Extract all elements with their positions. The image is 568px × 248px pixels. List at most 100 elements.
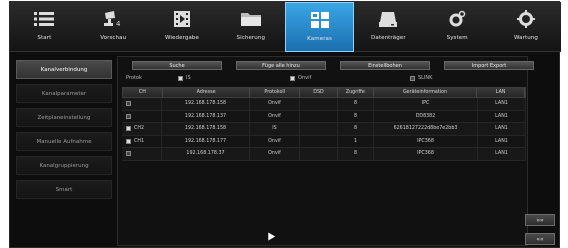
- cell-address: 192.168.178.177: [162, 135, 250, 147]
- import-export-button[interactable]: Import Export: [444, 61, 534, 70]
- col-header-protocol: Protokoll: [250, 88, 301, 97]
- col-header-dsd: DSD: [300, 88, 338, 97]
- menu-preview[interactable]: 4 Vorschau: [79, 2, 148, 52]
- top-menu-bar: Start 4 Vorschau Wiedergabe Sicherung Ka…: [10, 2, 561, 52]
- cell-ch[interactable]: [122, 98, 162, 110]
- cell-device-info: IPC: [374, 98, 478, 110]
- cell-ch[interactable]: CH1: [122, 135, 162, 147]
- sidebar-item-smart[interactable]: Smart: [16, 180, 112, 199]
- table-row[interactable]: 192.168.178.158 Onvif 8 IPC LAN1: [122, 98, 526, 111]
- cell-access: 8: [338, 110, 374, 122]
- cell-ch[interactable]: [122, 148, 162, 160]
- menu-backup-label: Sicherung: [236, 35, 266, 41]
- table-header: CH Adresse Protokoll DSD Zugriffe Geräte…: [122, 87, 526, 98]
- menu-maintenance[interactable]: Wartung: [492, 2, 561, 52]
- menu-start[interactable]: Start: [10, 2, 79, 52]
- table-row[interactable]: CH2 192.168.178.158 IS 8 62618127222d8be…: [122, 123, 526, 136]
- cell-address: 192.168.178.37: [162, 148, 250, 160]
- cell-protocol: Onvif: [250, 98, 300, 110]
- cell-protocol: IS: [250, 123, 300, 135]
- menu-maintenance-label: Wartung: [513, 35, 538, 41]
- row-checkbox[interactable]: [126, 126, 131, 132]
- table-row[interactable]: 192.168.178.137 Onvif 8 DD8382 LAN1: [122, 110, 526, 123]
- cell-device-info: IPC368: [374, 135, 478, 147]
- menu-playback-label: Wiedergabe: [164, 35, 199, 41]
- camera-grid-icon: [308, 9, 332, 31]
- sidebar-item-channel-parameters[interactable]: Kanalparameter: [16, 84, 112, 103]
- row-checkbox[interactable]: [126, 151, 131, 157]
- next-page-button[interactable]: »»: [525, 214, 555, 226]
- table-row[interactable]: 192.168.178.37 Onvif 8 IPC368 LAN1: [122, 148, 526, 161]
- cell-dsd: [300, 110, 338, 122]
- protocol-onvif-label: Onvif: [298, 75, 312, 81]
- protocol-label: Protok: [126, 75, 142, 81]
- prev-page-button[interactable]: ««: [525, 233, 555, 245]
- cell-access: 8: [338, 123, 374, 135]
- protocol-slink-label: SLINK: [418, 75, 433, 81]
- row-checkbox[interactable]: [126, 101, 131, 107]
- menu-preview-label: Vorschau: [100, 35, 127, 41]
- menu-list-icon: [32, 8, 56, 30]
- cell-lan: LAN1: [478, 135, 526, 147]
- cell-ch[interactable]: [122, 110, 162, 122]
- cell-dsd: [300, 123, 338, 135]
- protocol-onvif-checkbox[interactable]: [290, 75, 295, 81]
- menu-playback[interactable]: Wiedergabe: [148, 2, 217, 52]
- protocol-option-is[interactable]: IS: [178, 75, 290, 81]
- col-header-device-info: Geräteinformation: [374, 88, 478, 97]
- table-row[interactable]: CH1 192.168.178.177 Onvif 1 IPC368 LAN1: [122, 135, 526, 148]
- channel-connection-panel: Suche Füge alle hinzu Einstellbohen Impo…: [117, 56, 534, 246]
- protocol-is-label: IS: [186, 75, 191, 81]
- cell-access: 8: [338, 98, 374, 110]
- cell-ch[interactable]: CH2: [122, 123, 162, 135]
- menu-cameras[interactable]: Kameras: [285, 2, 354, 52]
- search-button[interactable]: Suche: [132, 61, 222, 70]
- cell-lan: LAN1: [478, 110, 526, 122]
- cell-ch-text: CH2: [134, 126, 145, 132]
- cell-dsd: [300, 135, 338, 147]
- protocol-filter-row: Protok IS Onvif SLINK: [126, 74, 526, 82]
- folder-backup-icon: [239, 8, 263, 30]
- cell-dsd: [300, 98, 338, 110]
- protocol-option-onvif[interactable]: Onvif: [290, 75, 410, 81]
- row-checkbox[interactable]: [126, 113, 131, 119]
- svg-text:4: 4: [116, 20, 121, 28]
- col-header-lan: LAN: [477, 88, 525, 97]
- cell-access: 8: [338, 148, 374, 160]
- sidebar: Kanalverbindung Kanalparameter Zeitplane…: [16, 60, 114, 243]
- row-checkbox[interactable]: [126, 138, 131, 144]
- cell-address: 192.168.178.137: [162, 110, 250, 122]
- menu-storage-label: Datenträger: [371, 35, 406, 41]
- cell-access: 1: [338, 135, 374, 147]
- cell-lan: LAN1: [478, 123, 526, 135]
- cell-dsd: [300, 148, 338, 160]
- protocol-slink-checkbox[interactable]: [410, 75, 415, 81]
- menu-cameras-label: Kameras: [307, 36, 332, 42]
- camera-preview-icon: 4: [101, 8, 125, 30]
- cell-lan: LAN1: [478, 98, 526, 110]
- menu-storage[interactable]: Datenträger: [354, 2, 423, 52]
- sidebar-item-schedule[interactable]: Zeitplaneinstellung: [16, 108, 112, 127]
- menu-backup[interactable]: Sicherung: [216, 2, 285, 52]
- add-all-button[interactable]: Füge alle hinzu: [236, 61, 326, 70]
- cell-address: 192.168.178.158: [162, 123, 250, 135]
- protocol-option-slink[interactable]: SLINK: [410, 75, 432, 81]
- sidebar-item-channel-connection[interactable]: Kanalverbindung: [16, 60, 112, 79]
- table-body: 192.168.178.158 Onvif 8 IPC LAN1 192.168…: [122, 98, 526, 161]
- col-header-ch: CH: [123, 88, 163, 97]
- sidebar-item-channel-grouping[interactable]: Kanalgruppierung: [16, 156, 112, 175]
- action-button-row: Suche Füge alle hinzu Einstellbohen Impo…: [132, 61, 534, 70]
- device-table: CH Adresse Protokoll DSD Zugriffe Geräte…: [122, 87, 526, 161]
- gear-maintenance-icon: [514, 8, 538, 30]
- menu-system[interactable]: System: [423, 2, 492, 52]
- cell-protocol: Onvif: [250, 148, 300, 160]
- cell-protocol: Onvif: [250, 135, 300, 147]
- settings-button[interactable]: Einstellbohen: [340, 61, 430, 70]
- sidebar-item-manual-recording[interactable]: Manuelle Aufnahme: [16, 132, 112, 151]
- cell-lan: LAN1: [478, 148, 526, 160]
- cell-address: 192.168.178.158: [162, 98, 250, 110]
- col-header-address: Adresse: [163, 88, 251, 97]
- gear-system-icon: [445, 8, 469, 30]
- protocol-is-checkbox[interactable]: [178, 75, 183, 81]
- cell-device-info: IPC368: [374, 148, 478, 160]
